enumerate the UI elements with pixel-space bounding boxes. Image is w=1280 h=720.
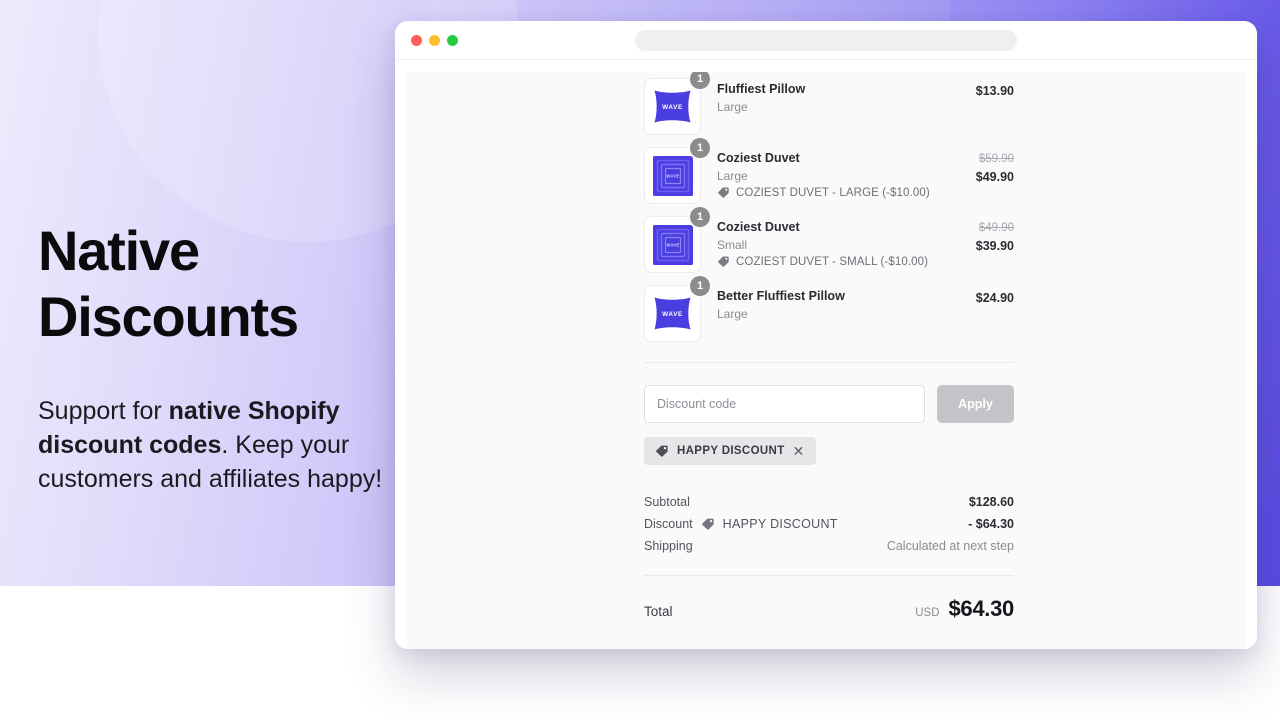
line-item-info: Fluffiest Pillow Large: [701, 78, 944, 116]
summary-row-label: Shipping: [644, 539, 693, 553]
product-image-duvet: WAVE: [652, 155, 693, 196]
applied-discount-chip: HAPPY DISCOUNT ✕: [644, 437, 816, 465]
line-item-variant: Large: [717, 169, 748, 184]
summary-row-value: Calculated at next step: [886, 539, 1014, 553]
line-item-price: $39.90: [975, 238, 1014, 253]
line-item-title: Coziest Duvet: [717, 151, 800, 165]
summary-row-value: $128.60: [968, 495, 1014, 509]
minimize-icon[interactable]: [429, 34, 440, 46]
summary-row-name: Shipping: [644, 539, 693, 553]
product-thumbnail: WAVE: [644, 216, 701, 273]
line-item-thumb-wrap: WAVE 1: [644, 276, 710, 342]
summary-row-label: Discount HAPPY DISCOUNT: [644, 517, 838, 531]
applied-discount-label: HAPPY DISCOUNT: [677, 445, 785, 457]
line-item-prices: $59.90 $49.90: [944, 147, 1014, 186]
line-item-prices: $13.90: [944, 78, 1014, 100]
summary-row-name: Discount: [644, 517, 693, 531]
close-icon[interactable]: [411, 34, 422, 46]
order-summary-panel: WAVE 1 Fluffiest Pillow Large $13.90 WAVE 1 Coz…: [644, 72, 1014, 622]
total-value-group: USD $64.30: [915, 596, 1014, 622]
product-image-pillow: WAVE: [654, 90, 691, 123]
quantity-badge: 1: [690, 207, 710, 227]
apply-discount-button[interactable]: Apply: [937, 385, 1014, 423]
browser-titlebar: [395, 21, 1257, 60]
address-bar[interactable]: [635, 30, 1017, 51]
summary-row: Shipping Calculated at next step: [644, 535, 1014, 557]
total-amount: $64.30: [948, 596, 1015, 621]
line-item: WAVE 1 Fluffiest Pillow Large $13.90: [644, 72, 1014, 141]
discount-entry-row: Apply: [644, 385, 1014, 423]
line-item-prices: $49.90 $39.90: [944, 216, 1014, 255]
line-item-info: Coziest Duvet Small COZIEST DUVET - SMALL …: [701, 216, 944, 268]
total-currency: USD: [915, 607, 940, 619]
browser-viewport: WAVE 1 Fluffiest Pillow Large $13.90 WAVE 1 Coz…: [395, 60, 1257, 649]
line-item-info: Better Fluffiest Pillow Large: [701, 285, 944, 323]
line-item: WAVE 1 Better Fluffiest Pillow Large $24.90: [644, 276, 1014, 348]
total-label: Total: [644, 604, 673, 619]
summary-row-code: HAPPY DISCOUNT: [722, 517, 838, 531]
marketing-body: Support for native Shopify discount code…: [38, 394, 393, 496]
product-image-duvet: WAVE: [652, 224, 693, 265]
line-item-thumb-wrap: WAVE 1: [644, 207, 710, 273]
line-item-price: $13.90: [975, 84, 1014, 98]
line-item-price: $24.90: [975, 291, 1014, 305]
checkout-page: WAVE 1 Fluffiest Pillow Large $13.90 WAVE 1 Coz…: [407, 72, 1245, 649]
product-thumbnail: WAVE: [644, 285, 701, 342]
line-item-discount: COZIEST DUVET - LARGE (-$10.00): [717, 186, 944, 199]
quantity-badge: 1: [690, 276, 710, 296]
svg-text:WAVE: WAVE: [662, 104, 683, 111]
line-item: WAVE 1 Coziest Duvet Small COZIEST DUVET - S…: [644, 207, 1014, 279]
tag-icon: [717, 186, 730, 199]
line-item-thumb-wrap: WAVE 1: [644, 138, 710, 204]
traffic-lights: [411, 34, 458, 46]
line-item-original-price: $59.90: [978, 153, 1014, 165]
marketing-body-prefix: Support for: [38, 397, 169, 426]
line-item-original-price: $49.90: [978, 222, 1014, 234]
line-item-discount: COZIEST DUVET - SMALL (-$10.00): [717, 255, 944, 268]
summary-row-label: Subtotal: [644, 495, 690, 509]
section-divider: [644, 362, 1014, 363]
svg-text:WAVE: WAVE: [666, 173, 679, 178]
line-item-list: WAVE 1 Fluffiest Pillow Large $13.90 WAVE 1 Coz…: [644, 72, 1014, 348]
page-title: Native Discounts: [38, 219, 299, 349]
tag-icon: [701, 517, 715, 531]
line-item-variant: Small: [717, 238, 748, 253]
line-item-price: $49.90: [975, 169, 1014, 184]
product-image-pillow: WAVE: [654, 297, 691, 330]
promo-screenshot: Native Discounts Support for native Shop…: [0, 0, 1280, 720]
tag-icon: [655, 444, 669, 458]
line-item-title: Better Fluffiest Pillow: [717, 289, 845, 303]
product-thumbnail: WAVE: [644, 78, 701, 135]
line-item-discount-label: COZIEST DUVET - SMALL (-$10.00): [736, 255, 929, 268]
marketing-copy: Native Discounts Support for native Shop…: [38, 218, 393, 496]
svg-text:WAVE: WAVE: [662, 311, 683, 318]
line-item-title: Coziest Duvet: [717, 220, 800, 234]
tag-icon: [717, 255, 730, 268]
quantity-badge: 1: [690, 138, 710, 158]
line-item: WAVE 1 Coziest Duvet Large COZIEST DUVET - L…: [644, 138, 1014, 210]
maximize-icon[interactable]: [447, 34, 458, 46]
line-item-title: Fluffiest Pillow: [717, 82, 806, 96]
summary-rows: Subtotal $128.60 Discount HAPPY DISCOUNT - $…: [644, 491, 1014, 557]
browser-window: WAVE 1 Fluffiest Pillow Large $13.90 WAVE 1 Coz…: [395, 21, 1257, 649]
applied-discount-chips: HAPPY DISCOUNT ✕: [644, 437, 1014, 465]
svg-text:WAVE: WAVE: [666, 242, 679, 247]
line-item-prices: $24.90: [944, 285, 1014, 307]
discount-code-input[interactable]: [644, 385, 925, 423]
line-item-thumb-wrap: WAVE 1: [644, 72, 710, 135]
product-thumbnail: WAVE: [644, 147, 701, 204]
summary-row-value: - $64.30: [968, 517, 1014, 531]
summary-row: Subtotal $128.60: [644, 491, 1014, 513]
line-item-variant: Large: [717, 100, 748, 115]
line-item-variant: Large: [717, 307, 748, 322]
remove-discount-icon[interactable]: ✕: [793, 444, 805, 458]
order-total-row: Total USD $64.30: [644, 575, 1014, 622]
summary-row-name: Subtotal: [644, 495, 690, 509]
summary-row: Discount HAPPY DISCOUNT - $64.30: [644, 513, 1014, 535]
line-item-info: Coziest Duvet Large COZIEST DUVET - LARGE …: [701, 147, 944, 199]
line-item-discount-label: COZIEST DUVET - LARGE (-$10.00): [736, 186, 930, 199]
